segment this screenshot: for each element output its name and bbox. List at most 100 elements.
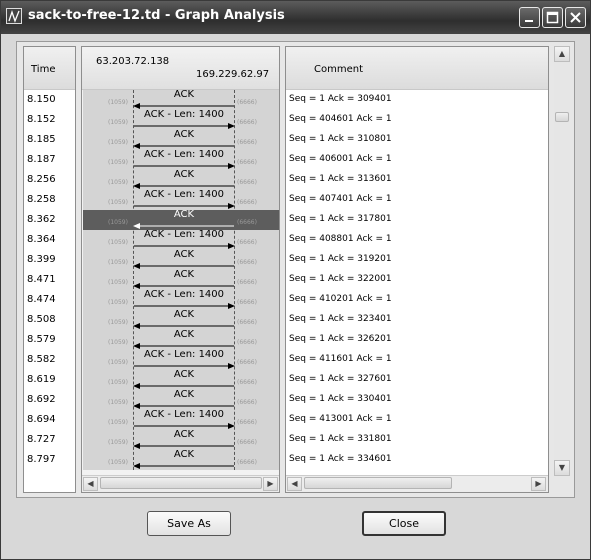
packet-label: ACK bbox=[173, 129, 195, 140]
comment-cell[interactable]: Seq = 411601 Ack = 1 bbox=[289, 354, 392, 364]
graph-icon[interactable] bbox=[6, 8, 22, 24]
time-cell[interactable]: 8.694 bbox=[27, 414, 56, 425]
time-cell[interactable]: 8.187 bbox=[27, 154, 56, 165]
comment-cell[interactable]: Seq = 1 Ack = 334601 bbox=[289, 454, 392, 464]
maximize-button[interactable] bbox=[542, 7, 563, 28]
time-cell[interactable]: 8.692 bbox=[27, 394, 56, 405]
port-b-label: (6666) bbox=[237, 459, 257, 466]
time-cell[interactable]: 8.579 bbox=[27, 334, 56, 345]
scroll-left-icon[interactable]: ◀ bbox=[83, 477, 98, 491]
graph-row[interactable]: (1059) (6666) ACK bbox=[83, 89, 279, 110]
comment-header[interactable]: Comment bbox=[286, 47, 548, 90]
time-cell[interactable]: 8.152 bbox=[27, 114, 56, 125]
comment-cell[interactable]: Seq = 406001 Ack = 1 bbox=[289, 154, 392, 164]
comment-cell[interactable]: Seq = 1 Ack = 317801 bbox=[289, 214, 392, 224]
port-b-label: (6666) bbox=[237, 99, 257, 106]
comment-cell[interactable]: Seq = 1 Ack = 323401 bbox=[289, 314, 392, 324]
host-b-label: 169.229.62.97 bbox=[196, 69, 270, 80]
host-a-label: 63.203.72.138 bbox=[96, 56, 170, 67]
close-button[interactable]: Close bbox=[362, 511, 446, 536]
port-a-label: (1059) bbox=[108, 159, 128, 166]
time-cell[interactable]: 8.727 bbox=[27, 434, 56, 445]
port-b-label: (6666) bbox=[237, 359, 257, 366]
graph-row[interactable]: (1059) (6666) ACK bbox=[83, 389, 279, 410]
graph-row[interactable]: (1059) (6666) ACK bbox=[83, 329, 279, 350]
graph-row[interactable]: (1059) (6666) ACK - Len: 1400 bbox=[83, 109, 279, 130]
time-cell[interactable]: 8.797 bbox=[27, 454, 56, 465]
graph-header: 63.203.72.138 169.229.62.97 bbox=[82, 47, 279, 90]
port-a-label: (1059) bbox=[108, 279, 128, 286]
graph-hscrollbar[interactable]: ◀ ▶ bbox=[82, 475, 279, 492]
scroll-right-icon[interactable]: ▶ bbox=[263, 477, 278, 491]
graph-row[interactable]: (1059) (6666) ACK bbox=[83, 269, 279, 290]
time-cell[interactable]: 8.150 bbox=[27, 94, 56, 105]
comment-cell[interactable]: Seq = 1 Ack = 309401 bbox=[289, 94, 392, 104]
comment-hscroll-thumb[interactable] bbox=[304, 477, 452, 489]
save-as-button[interactable]: Save As bbox=[147, 511, 231, 536]
time-header[interactable]: Time bbox=[24, 47, 75, 90]
time-cell[interactable]: 8.474 bbox=[27, 294, 56, 305]
maximize-icon bbox=[546, 11, 559, 24]
comment-cell[interactable]: Seq = 1 Ack = 326201 bbox=[289, 334, 392, 344]
scroll-right-icon[interactable]: ▶ bbox=[531, 477, 546, 491]
graph-row[interactable]: (1059) (6666) ACK - Len: 1400 bbox=[83, 409, 279, 430]
comment-cell[interactable]: Seq = 1 Ack = 327601 bbox=[289, 374, 392, 384]
packet-label: ACK bbox=[173, 89, 195, 100]
time-cell[interactable]: 8.185 bbox=[27, 134, 56, 145]
comment-cell[interactable]: Seq = 408801 Ack = 1 bbox=[289, 234, 392, 244]
time-cell[interactable]: 8.582 bbox=[27, 354, 56, 365]
packet-label: ACK - Len: 1400 bbox=[143, 149, 225, 160]
comment-cell[interactable]: Seq = 1 Ack = 330401 bbox=[289, 394, 392, 404]
comment-cell[interactable]: Seq = 407401 Ack = 1 bbox=[289, 194, 392, 204]
flow-graph[interactable]: (1059) (6666) ACK (1059) (6666) ACK - Len: 14… bbox=[83, 89, 279, 470]
minimize-button[interactable] bbox=[519, 7, 540, 28]
comment-cell[interactable]: Seq = 410201 Ack = 1 bbox=[289, 294, 392, 304]
graph-row[interactable]: (1059) (6666) ACK - Len: 1400 bbox=[83, 289, 279, 310]
time-cell[interactable]: 8.258 bbox=[27, 194, 56, 205]
comment-cell[interactable]: Seq = 1 Ack = 319201 bbox=[289, 254, 392, 264]
time-cell[interactable]: 8.508 bbox=[27, 314, 56, 325]
close-window-button[interactable] bbox=[565, 7, 586, 28]
graph-row[interactable]: (1059) (6666) ACK bbox=[83, 429, 279, 450]
graph-row[interactable]: (1059) (6666) ACK - Len: 1400 bbox=[83, 189, 279, 210]
port-b-label: (6666) bbox=[237, 419, 257, 426]
scroll-down-icon[interactable]: ▼ bbox=[554, 460, 570, 476]
port-a-label: (1059) bbox=[108, 179, 128, 186]
comment-cell[interactable]: Seq = 413001 Ack = 1 bbox=[289, 414, 392, 424]
packet-label: ACK - Len: 1400 bbox=[143, 109, 225, 120]
scroll-up-icon[interactable]: ▲ bbox=[554, 46, 570, 62]
graph-row[interactable]: (1059) (6666) ACK bbox=[83, 129, 279, 150]
title-bar[interactable]: sack-to-free-12.td - Graph Analysis bbox=[1, 1, 590, 34]
vertical-scrollbar[interactable]: ▲ ▼ bbox=[554, 46, 570, 476]
graph-row[interactable]: (1059) (6666) ACK - Len: 1400 bbox=[83, 229, 279, 250]
comment-cell[interactable]: Seq = 404601 Ack = 1 bbox=[289, 114, 392, 124]
comment-cell[interactable]: Seq = 1 Ack = 313601 bbox=[289, 174, 392, 184]
comment-hscrollbar[interactable]: ◀ ▶ bbox=[286, 475, 548, 492]
packet-label: ACK bbox=[173, 269, 195, 280]
graph-row[interactable]: (1059) (6666) ACK bbox=[83, 249, 279, 270]
vertical-scroll-thumb[interactable] bbox=[555, 112, 569, 122]
time-cell[interactable]: 8.471 bbox=[27, 274, 56, 285]
graph-row[interactable]: (1059) (6666) ACK bbox=[83, 309, 279, 330]
scroll-left-icon[interactable]: ◀ bbox=[287, 477, 302, 491]
time-cell[interactable]: 8.364 bbox=[27, 234, 56, 245]
time-cell[interactable]: 8.362 bbox=[27, 214, 56, 225]
port-a-label: (1059) bbox=[108, 299, 128, 306]
time-cell[interactable]: 8.399 bbox=[27, 254, 56, 265]
packet-label: ACK bbox=[173, 169, 195, 180]
graph-row[interactable]: (1059) (6666) ACK bbox=[83, 369, 279, 390]
comment-cell[interactable]: Seq = 1 Ack = 331801 bbox=[289, 434, 392, 444]
graph-row[interactable]: (1059) (6666) ACK bbox=[83, 169, 279, 190]
graph-row[interactable]: (1059) (6666) ACK - Len: 1400 bbox=[83, 349, 279, 370]
comment-cell[interactable]: Seq = 1 Ack = 310801 bbox=[289, 134, 392, 144]
time-cell[interactable]: 8.619 bbox=[27, 374, 56, 385]
graph-row-selected[interactable]: (1059) (6666) ACK bbox=[83, 209, 279, 230]
comment-cell[interactable]: Seq = 1 Ack = 322001 bbox=[289, 274, 392, 284]
port-b-label: (6666) bbox=[237, 439, 257, 446]
graph-row[interactable]: (1059) (6666) ACK - Len: 1400 bbox=[83, 149, 279, 170]
graph-row[interactable]: (1059) (6666) ACK bbox=[83, 449, 279, 470]
packet-label: ACK bbox=[173, 309, 195, 320]
graph-hscroll-thumb[interactable] bbox=[100, 477, 262, 489]
time-cell[interactable]: 8.256 bbox=[27, 174, 56, 185]
packet-label: ACK bbox=[173, 429, 195, 440]
